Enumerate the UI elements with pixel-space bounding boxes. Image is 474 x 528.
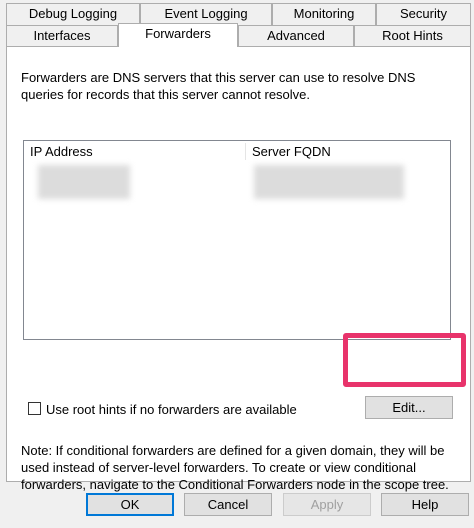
- tab-event-logging[interactable]: Event Logging: [140, 3, 272, 25]
- apply-button[interactable]: Apply: [283, 493, 371, 516]
- edit-button[interactable]: Edit...: [365, 396, 453, 419]
- note-line-3: forwarders, navigate to the Conditional …: [21, 477, 449, 492]
- ok-button[interactable]: OK: [86, 493, 174, 516]
- use-root-hints-checkbox[interactable]: [28, 402, 41, 415]
- note-line-2: used instead of server-level forwarders.…: [21, 460, 417, 475]
- tab-interfaces[interactable]: Interfaces: [6, 25, 118, 46]
- column-header-server-fqdn[interactable]: Server FQDN: [246, 141, 450, 162]
- forwarders-panel: Forwarders are DNS servers that this ser…: [6, 46, 471, 492]
- tab-security[interactable]: Security: [376, 3, 471, 25]
- forwarders-list[interactable]: IP Address Server FQDN: [23, 140, 451, 340]
- help-button[interactable]: Help: [381, 493, 469, 516]
- tab-debug-logging[interactable]: Debug Logging: [6, 3, 140, 25]
- highlight-box: [343, 333, 466, 387]
- tab-forwarders[interactable]: Forwarders: [118, 23, 238, 47]
- use-root-hints-label[interactable]: Use root hints if no forwarders are avai…: [46, 401, 297, 418]
- description-line-1: Forwarders are DNS servers that this ser…: [21, 70, 416, 85]
- tab-monitoring[interactable]: Monitoring: [272, 3, 376, 25]
- column-header-ip-address[interactable]: IP Address: [24, 141, 245, 162]
- cancel-button[interactable]: Cancel: [184, 493, 272, 516]
- description-line-2: queries for records that this server can…: [21, 87, 311, 102]
- tab-advanced[interactable]: Advanced: [238, 25, 354, 46]
- tab-root-hints[interactable]: Root Hints: [354, 25, 471, 46]
- note-line-1: Note: If conditional forwarders are defi…: [21, 443, 445, 458]
- redacted-ip-address: [38, 165, 130, 199]
- redacted-server-fqdn: [254, 165, 404, 199]
